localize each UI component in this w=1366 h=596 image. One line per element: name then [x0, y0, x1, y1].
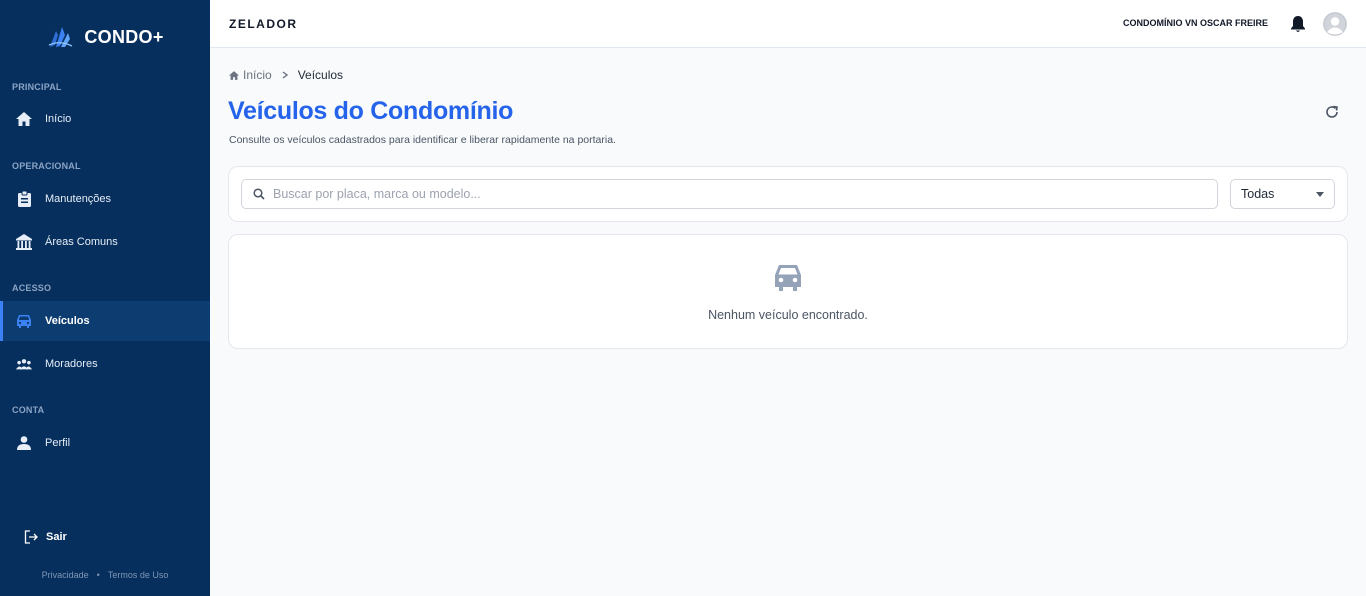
section-label-conta: CONTA [12, 405, 45, 415]
sidebar-item-moradores[interactable]: Moradores [0, 344, 210, 384]
logout-icon [24, 530, 38, 544]
breadcrumb: Início Veículos [229, 68, 343, 82]
vehicles-list: Nenhum veículo encontrado. [228, 234, 1348, 349]
logout-button[interactable]: Sair [24, 530, 67, 544]
privacy-link[interactable]: Privacidade [42, 570, 89, 580]
car-icon [775, 265, 801, 291]
filter-card: Todas [228, 166, 1348, 222]
sidebar-item-label: Perfil [45, 437, 71, 449]
refresh-icon[interactable] [1324, 104, 1340, 120]
home-icon [229, 70, 239, 80]
footer-separator: • [96, 570, 100, 580]
clipboard-icon [16, 191, 32, 207]
terms-link[interactable]: Termos de Uso [108, 570, 169, 580]
section-label-acesso: ACESSO [12, 283, 52, 293]
empty-state-message: Nenhum veículo encontrado. [708, 308, 868, 322]
breadcrumb-home-label: Início [243, 68, 272, 82]
breadcrumb-current: Veículos [297, 68, 344, 82]
car-icon [16, 313, 32, 329]
logo-icon [49, 27, 73, 47]
condo-name[interactable]: CONDOMÍNIO VN OSCAR FREIRE [1123, 18, 1268, 28]
sidebar-item-label: Manutenções [45, 193, 112, 205]
avatar-placeholder-icon [1323, 12, 1347, 36]
sidebar-item-veiculos[interactable]: Veículos [0, 301, 210, 341]
section-label-principal: PRINCIPAL [12, 82, 62, 92]
sidebar-item-perfil[interactable]: Perfil [0, 423, 210, 463]
building-icon [16, 234, 32, 250]
top-bar: ZELADOR CONDOMÍNIO VN OSCAR FREIRE [210, 0, 1366, 48]
sidebar-item-areas-comuns[interactable]: Áreas Comuns [0, 222, 210, 262]
users-icon [16, 356, 32, 372]
avatar[interactable] [1323, 12, 1347, 36]
search-box[interactable] [241, 179, 1218, 209]
user-role: ZELADOR [229, 17, 298, 31]
bell-icon[interactable] [1290, 15, 1306, 33]
sidebar-item-manutencoes[interactable]: Manutenções [0, 179, 210, 219]
home-icon [16, 111, 32, 127]
category-select[interactable]: Todas [1230, 179, 1335, 209]
sidebar-item-label: Moradores [45, 358, 98, 370]
sidebar-item-inicio[interactable]: Início [0, 99, 210, 139]
sidebar: CONDO+ PRINCIPAL Início OPERACIONAL Manu… [0, 0, 210, 596]
sidebar-footer: Privacidade • Termos de Uso [0, 570, 210, 580]
page-subtitle: Consulte os veículos cadastrados para id… [229, 134, 616, 146]
sidebar-item-label: Áreas Comuns [45, 236, 118, 248]
breadcrumb-home[interactable]: Início [229, 68, 272, 82]
select-value: Todas [1241, 187, 1275, 201]
user-icon [16, 435, 32, 451]
search-input[interactable] [273, 187, 1173, 201]
brand[interactable]: CONDO+ [0, 18, 210, 56]
chevron-down-icon [1316, 191, 1324, 197]
brand-name: CONDO+ [84, 26, 164, 47]
sidebar-item-label: Veículos [45, 315, 90, 327]
chevron-right-icon [282, 71, 288, 79]
section-label-operacional: OPERACIONAL [12, 161, 81, 171]
sidebar-item-label: Início [45, 113, 72, 125]
search-icon [253, 188, 265, 200]
page-title: Veículos do Condomínio [228, 97, 514, 125]
logout-label: Sair [46, 531, 67, 543]
